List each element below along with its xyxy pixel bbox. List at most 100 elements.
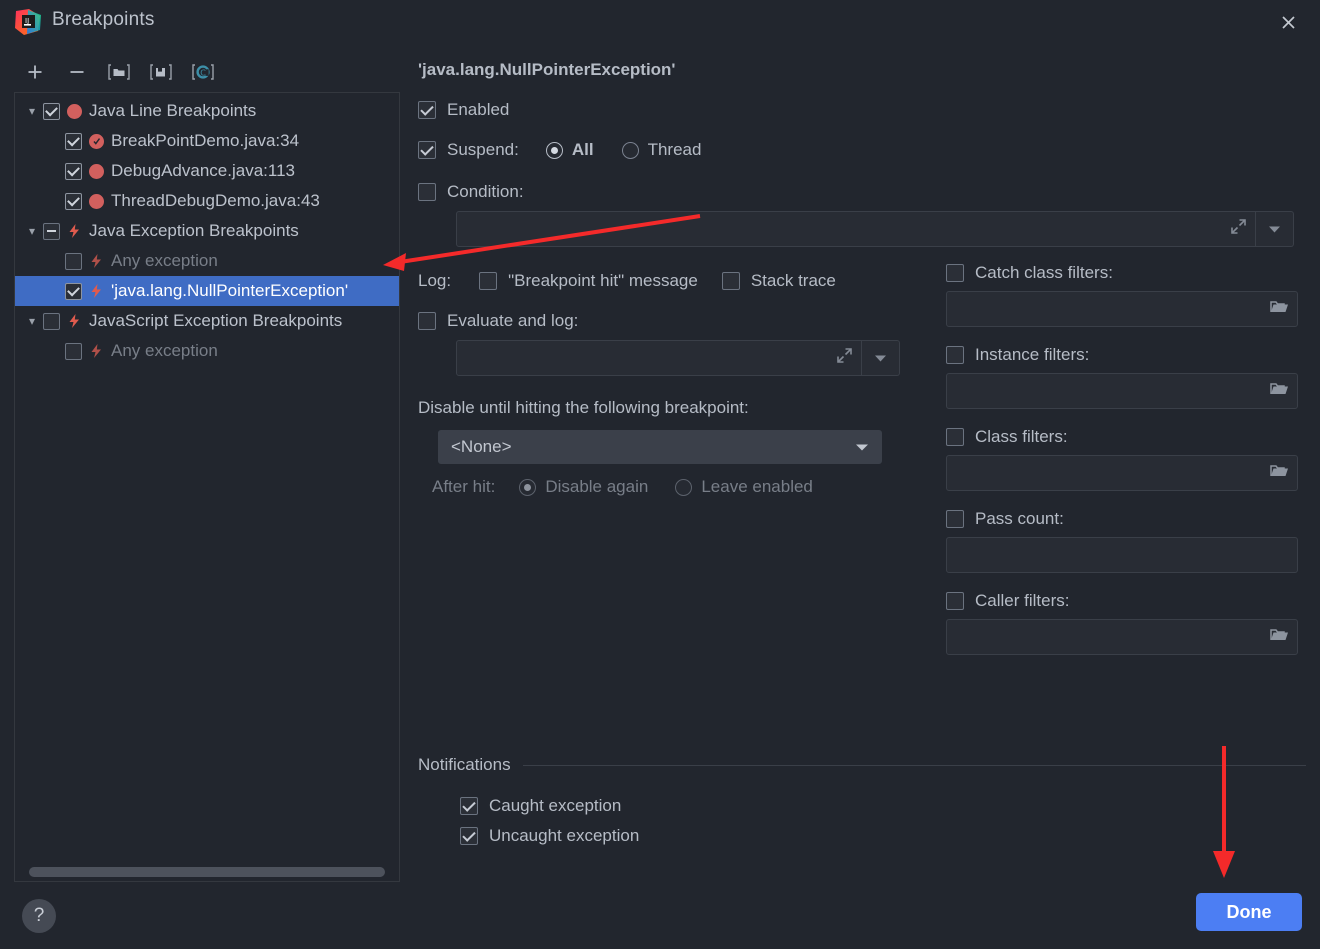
breakpoints-toolbar: C bbox=[22, 58, 216, 86]
tree-node-java-line-breakpoints[interactable]: ▾ Java Line Breakpoints bbox=[15, 96, 399, 126]
node-checkbox[interactable] bbox=[65, 132, 82, 150]
folder-icon[interactable] bbox=[1269, 627, 1289, 648]
help-button[interactable]: ? bbox=[22, 899, 56, 933]
class-filters-label: Class filters: bbox=[975, 427, 1068, 446]
chevron-down-icon[interactable]: ▾ bbox=[21, 314, 43, 328]
tree-node-any-exception-js[interactable]: Any exception bbox=[15, 336, 399, 366]
instance-filters-row: Instance filters: bbox=[946, 345, 1298, 365]
condition-input[interactable] bbox=[456, 211, 1256, 247]
catch-class-filters-input[interactable] bbox=[946, 291, 1298, 327]
enabled-row[interactable]: Enabled bbox=[418, 100, 1306, 120]
scrollbar-thumb[interactable] bbox=[29, 867, 385, 877]
tree-node-label: Java Line Breakpoints bbox=[89, 101, 257, 120]
expand-diagonal-icon[interactable] bbox=[836, 347, 853, 369]
caller-filters-input[interactable] bbox=[946, 619, 1298, 655]
breakpoint-detail-panel: 'java.lang.NullPointerException' Enabled… bbox=[418, 60, 1306, 655]
suspend-all-label: All bbox=[571, 140, 594, 159]
tree-horizontal-scrollbar[interactable] bbox=[15, 863, 399, 881]
evaluate-and-log-checkbox[interactable] bbox=[418, 312, 436, 330]
group-by-file-icon[interactable] bbox=[106, 59, 132, 85]
disable-until-combobox[interactable]: <None> bbox=[438, 430, 882, 464]
tree-node-label: 'java.lang.NullPointerException' bbox=[111, 281, 349, 300]
tree-node-threaddebugdemo[interactable]: ThreadDebugDemo.java:43 bbox=[15, 186, 399, 216]
log-row: Log: "Breakpoint hit" message Stack trac… bbox=[418, 271, 938, 291]
red-dot-icon bbox=[67, 103, 82, 119]
remove-breakpoint-button[interactable] bbox=[64, 59, 90, 85]
condition-checkbox[interactable] bbox=[418, 183, 436, 201]
catch-class-filters-checkbox[interactable] bbox=[946, 264, 964, 282]
breakpoint-hit-message-checkbox[interactable] bbox=[479, 272, 498, 290]
pass-count-checkbox[interactable] bbox=[946, 510, 964, 528]
red-dot-icon bbox=[89, 193, 104, 209]
notifications-title: Notifications bbox=[418, 755, 511, 774]
evaluate-and-log-row: Evaluate and log: bbox=[418, 311, 938, 331]
disable-until-value: <None> bbox=[451, 437, 512, 456]
log-label: Log: bbox=[418, 271, 452, 290]
uncaught-exception-checkbox[interactable] bbox=[460, 827, 478, 845]
breakpoints-tree-panel[interactable]: ▾ Java Line Breakpoints BreakPointDemo.j… bbox=[14, 92, 400, 882]
node-checkbox[interactable] bbox=[43, 312, 60, 330]
class-filters-input[interactable] bbox=[946, 455, 1298, 491]
tree-node-label: BreakPointDemo.java:34 bbox=[111, 131, 300, 150]
class-filters-checkbox[interactable] bbox=[946, 428, 964, 446]
done-button[interactable]: Done bbox=[1196, 893, 1302, 931]
class-filters-row: Class filters: bbox=[946, 427, 1298, 447]
window-title: Breakpoints bbox=[52, 9, 155, 30]
close-icon[interactable] bbox=[1274, 8, 1302, 36]
condition-dropdown-button[interactable] bbox=[1256, 211, 1294, 247]
red-bolt-icon bbox=[89, 253, 104, 269]
tree-node-nullpointerexception[interactable]: 'java.lang.NullPointerException' bbox=[15, 276, 399, 306]
notifications-section: Notifications Caught exception Uncaught … bbox=[418, 755, 1306, 846]
suspend-thread-label: Thread bbox=[647, 140, 702, 159]
caller-filters-checkbox[interactable] bbox=[946, 592, 964, 610]
suspend-all-radio[interactable] bbox=[545, 141, 563, 159]
after-hit-disable-again-radio[interactable] bbox=[519, 478, 537, 496]
caught-exception-checkbox[interactable] bbox=[460, 797, 478, 815]
node-checkbox[interactable] bbox=[65, 342, 82, 360]
node-checkbox[interactable] bbox=[65, 162, 82, 180]
node-checkbox[interactable] bbox=[43, 222, 60, 240]
after-hit-leave-enabled-radio[interactable] bbox=[675, 478, 693, 496]
pass-count-input[interactable] bbox=[946, 537, 1298, 573]
folder-icon[interactable] bbox=[1269, 381, 1289, 402]
breakpoint-hit-message-label: "Breakpoint hit" message bbox=[508, 271, 698, 290]
titlebar: IJ Breakpoints bbox=[0, 0, 1320, 44]
tree-node-java-exception-breakpoints[interactable]: ▾ Java Exception Breakpoints bbox=[15, 216, 399, 246]
uncaught-exception-label: Uncaught exception bbox=[489, 826, 640, 845]
tree-node-debugadvance[interactable]: DebugAdvance.java:113 bbox=[15, 156, 399, 186]
red-bolt-icon bbox=[67, 313, 82, 329]
folder-icon[interactable] bbox=[1269, 299, 1289, 320]
stack-trace-checkbox[interactable] bbox=[721, 272, 740, 290]
breakpoints-dialog: IJ Breakpoints C ▾ Java Line Breakpoints… bbox=[0, 0, 1320, 949]
evaluate-and-log-label: Evaluate and log: bbox=[447, 311, 579, 330]
expand-diagonal-icon[interactable] bbox=[1230, 218, 1247, 240]
enabled-checkbox[interactable] bbox=[418, 101, 436, 119]
folder-icon[interactable] bbox=[1269, 463, 1289, 484]
node-checkbox[interactable] bbox=[65, 192, 82, 210]
evaluate-and-log-dropdown-button[interactable] bbox=[862, 340, 900, 376]
add-breakpoint-button[interactable] bbox=[22, 59, 48, 85]
node-checkbox[interactable] bbox=[65, 282, 82, 300]
evaluate-and-log-input[interactable] bbox=[456, 340, 862, 376]
suspend-thread-radio[interactable] bbox=[621, 141, 639, 159]
suspend-checkbox[interactable] bbox=[418, 141, 436, 159]
instance-filters-input[interactable] bbox=[946, 373, 1298, 409]
tree-node-breakpointdemo[interactable]: BreakPointDemo.java:34 bbox=[15, 126, 399, 156]
chevron-down-icon[interactable] bbox=[855, 437, 869, 457]
chevron-down-icon[interactable]: ▾ bbox=[21, 224, 43, 238]
instance-filters-checkbox[interactable] bbox=[946, 346, 964, 364]
condition-field-row bbox=[456, 211, 1294, 247]
node-checkbox[interactable] bbox=[43, 102, 60, 120]
chevron-down-icon[interactable]: ▾ bbox=[21, 104, 43, 118]
after-hit-label: After hit: bbox=[432, 477, 496, 496]
group-by-class-icon[interactable]: C bbox=[190, 59, 216, 85]
move-to-group-icon[interactable] bbox=[148, 59, 174, 85]
node-checkbox[interactable] bbox=[65, 252, 82, 270]
red-bolt-icon bbox=[89, 283, 104, 299]
tree-node-label: Any exception bbox=[111, 341, 218, 360]
tree-node-label: JavaScript Exception Breakpoints bbox=[89, 311, 343, 330]
tree-node-any-exception-java[interactable]: Any exception bbox=[15, 246, 399, 276]
stack-trace-label: Stack trace bbox=[750, 271, 836, 290]
tree-node-javascript-exception-breakpoints[interactable]: ▾ JavaScript Exception Breakpoints bbox=[15, 306, 399, 336]
caught-exception-row: Caught exception bbox=[460, 796, 1306, 816]
